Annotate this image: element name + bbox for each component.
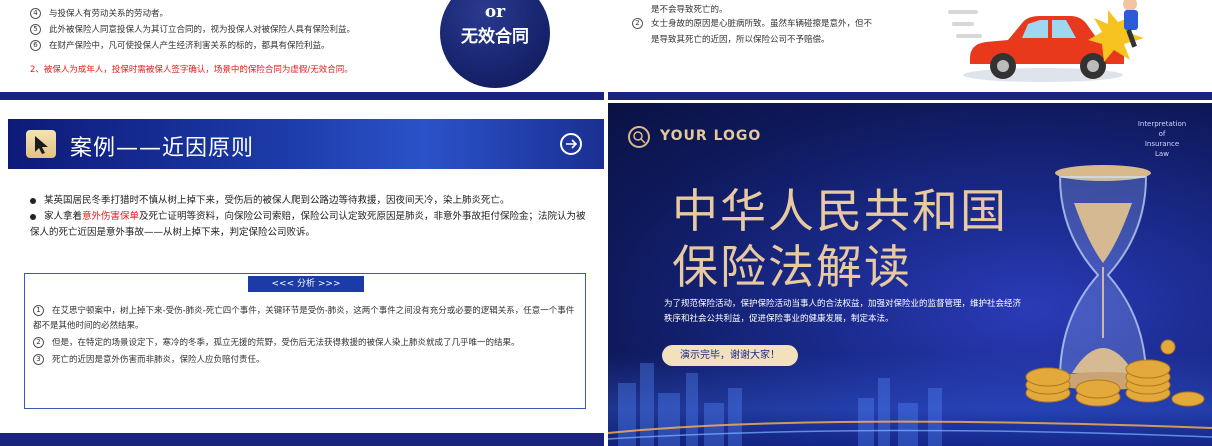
analysis-label: <<< 分析 >>>	[248, 276, 364, 292]
list-item-text: 家人拿着	[44, 211, 83, 222]
corner-caption-line: Interpretation	[1137, 120, 1187, 128]
corner-caption-line: Law	[1155, 150, 1169, 158]
list-item-text: 死亡的近因是意外伤害而非肺炎，保险人应负赔付责任。	[52, 355, 265, 365]
logo-icon	[628, 126, 650, 148]
page-title: 案例——近因原则	[70, 136, 255, 161]
number-badge: 3	[33, 354, 44, 365]
number-badge: 5	[30, 24, 41, 35]
list-item: 6 在财产保险中，凡可使投保人产生经济利害关系的标的，都具有保险利益。	[30, 39, 330, 51]
list-item: 5 此外被保险人同意投保人为其订立合同的，视为投保人对被保险人具有保险利益。	[30, 23, 355, 35]
slide-bottom-right[interactable]: YOUR LOGO Interpretation of Insurance La…	[608, 103, 1212, 446]
list-item: 家人拿着意外伤害保单及死亡证明等资料，向保险公司索赔，保险公司认定致死原因是肺炎…	[30, 209, 590, 241]
list-item-text: 在艾思宁顿案中，树上掉下来-受伤-肺炎-死亡四个事件，关键环节是受伤-肺炎，这两…	[33, 306, 575, 331]
list-item-text: 此外被保险人同意投保人为其订立合同的，视为投保人对被保险人具有保险利益。	[49, 25, 356, 35]
slide-bottom-left[interactable]: 案例——近因原则 某英国居民冬季打猎时不慎从树上掉下来，受伤后的被保人爬到公路边…	[0, 103, 604, 446]
list-item-text: 某英国居民冬季打猎时不慎从树上掉下来，受伤后的被保人爬到公路边等待救援，因夜间天…	[44, 195, 510, 206]
case-description: 某英国居民冬季打猎时不慎从树上掉下来，受伤后的被保人爬到公路边等待救援，因夜间天…	[30, 193, 590, 241]
badge-invalid-text: 无效合同	[461, 27, 529, 47]
arrow-right-icon	[566, 139, 578, 149]
main-title-line2: 保险法解读	[672, 240, 912, 294]
bullet-icon	[30, 213, 36, 220]
list-item: 某英国居民冬季打猎时不慎从树上掉下来，受伤后的被保人爬到公路边等待救援，因夜间天…	[30, 193, 590, 209]
number-badge: 6	[30, 40, 41, 51]
highlighted-term: 意外伤害保单	[82, 211, 140, 222]
number-badge: 4	[30, 8, 41, 19]
logo-text: YOUR LOGO	[660, 128, 762, 144]
slide-footer-bar	[0, 92, 604, 100]
list-item-text: 在财产保险中，凡可使投保人产生经济利害关系的标的，都具有保险利益。	[49, 41, 330, 51]
number-badge: 2	[632, 18, 643, 29]
gold-coins-icon	[1025, 339, 1205, 407]
corner-caption-line: Insurance	[1144, 140, 1180, 148]
list-item: 4 与投保人有劳动关系的劳动者。	[30, 7, 168, 19]
number-badge: 2	[33, 337, 44, 348]
car-accident-illustration	[948, 0, 1144, 82]
list-item: 3 死亡的近因是意外伤害而非肺炎，保险人应负赔付责任。	[33, 353, 581, 368]
list-item-text: 与投保人有劳动关系的劳动者。	[49, 9, 169, 19]
body-text: 是导致其死亡的近因，所以保险公司不予赔偿。	[651, 35, 830, 45]
subtitle-description: 为了规范保险活动，保护保险活动当事人的合法权益，加强对保险业的监督管理，维护社会…	[664, 299, 1022, 324]
list-item-text: 女士身故的原因是心脏病所致。虽然车辆碰擦是意外，但不	[651, 19, 873, 29]
list-item: 2 女士身故的原因是心脏病所致。虽然车辆碰擦是意外，但不	[632, 17, 872, 29]
slide-top-right[interactable]: 是不会导致死亡的。 2 女士身故的原因是心脏病所致。虽然车辆碰擦是意外，但不 是导…	[608, 0, 1212, 100]
corner-caption-line: of	[1158, 130, 1166, 138]
next-arrow-button[interactable]	[560, 133, 582, 155]
slide-top-left[interactable]: 4 与投保人有劳动关系的劳动者。 5 此外被保险人同意投保人为其订立合同的，视为投保…	[0, 0, 604, 100]
corner-caption: Interpretation of Insurance Law	[1122, 119, 1202, 159]
badge-or-text: or	[484, 2, 506, 22]
slide-footer-bar	[608, 92, 1212, 100]
body-text: 是不会导致死亡的。	[651, 5, 728, 15]
thanks-pill: 演示完毕，谢谢大家！	[662, 345, 798, 366]
speed-lines	[948, 10, 982, 38]
cursor-icon	[26, 130, 56, 158]
number-badge: 1	[33, 305, 44, 316]
bullet-icon	[30, 197, 36, 204]
list-item: 2 但是，在特定的场景设定下，寒冷的冬季，孤立无援的荒野，受伤后无法获得救援的被保…	[33, 336, 581, 351]
invalid-contract-badge: or 无效合同	[440, 0, 550, 88]
section-header: 案例——近因原则	[8, 119, 604, 169]
warning-note: 2、被保人为成年人，投保时需被保人签字确认，场景中的保险合同为虚假/无效合同。	[30, 65, 353, 75]
list-item-text: 但是，在特定的场景设定下，寒冷的冬季，孤立无援的荒野，受伤后无法获得救援的被保人…	[52, 338, 520, 348]
list-item: 1 在艾思宁顿案中，树上掉下来-受伤-肺炎-死亡四个事件，关键环节是受伤-肺炎，这…	[33, 304, 581, 334]
slide-footer-bar	[0, 433, 604, 446]
analysis-box: 1 在艾思宁顿案中，树上掉下来-受伤-肺炎-死亡四个事件，关键环节是受伤-肺炎，这…	[24, 273, 586, 409]
